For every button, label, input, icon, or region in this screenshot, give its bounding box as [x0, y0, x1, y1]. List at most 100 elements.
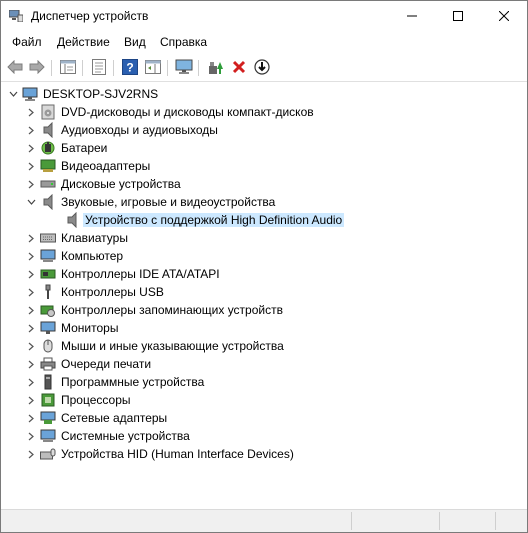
update-driver-button[interactable] — [207, 58, 225, 76]
show-hide-console-tree-button[interactable] — [59, 58, 77, 76]
tree-item-ide-controllers[interactable]: Контроллеры IDE ATA/ATAPI — [25, 265, 222, 283]
tree-item-mice[interactable]: Мыши и иные указывающие устройства — [25, 337, 286, 355]
tree-item-computer[interactable]: Компьютер — [25, 247, 125, 265]
expand-chevron-icon[interactable] — [25, 337, 37, 355]
tree-item-monitors[interactable]: Мониторы — [25, 319, 120, 337]
tree-item-print-queues[interactable]: Очереди печати — [25, 355, 153, 373]
properties-icon — [92, 59, 106, 75]
forward-arrow-icon — [29, 60, 45, 74]
tree-item-disk-drives[interactable]: Дисковые устройства — [25, 175, 183, 193]
status-bar — [1, 509, 527, 532]
tree-item-label: Аудиовходы и аудиовыходы — [61, 123, 218, 137]
computer-name-label: DESKTOP-SJV2RNS — [43, 87, 159, 101]
toolbar-separator — [198, 60, 199, 76]
tree-item-label: Сетевые адаптеры — [61, 411, 168, 425]
back-arrow-icon — [7, 60, 23, 74]
expand-chevron-icon[interactable] — [25, 445, 37, 463]
expand-chevron-icon[interactable] — [25, 409, 37, 427]
menu-file[interactable]: Файл — [12, 35, 42, 49]
tree-item-system-devices[interactable]: Системные устройства — [25, 427, 192, 445]
toolbar-separator — [113, 60, 114, 76]
tree-item-sound-video[interactable]: Звуковые, игровые и видеоустройства — [25, 193, 277, 211]
tree-item-label: Программные устройства — [61, 375, 205, 389]
expand-chevron-icon[interactable] — [25, 373, 37, 391]
monitor-icon — [40, 320, 56, 336]
status-bar-divider — [495, 512, 496, 530]
title-bar[interactable]: Диспетчер устройств — [1, 1, 527, 31]
tree-item-label: Системные устройства — [61, 429, 190, 443]
toolbar: ? — [1, 55, 527, 82]
uninstall-device-button[interactable] — [230, 58, 248, 76]
video-adapter-icon — [40, 158, 56, 174]
tree-item-label: Компьютер — [61, 249, 124, 263]
tree-item-label: Мониторы — [61, 321, 119, 335]
scan-hardware-button[interactable] — [175, 58, 193, 76]
expand-chevron-icon[interactable] — [25, 139, 37, 157]
system-device-icon — [40, 428, 56, 444]
expand-chevron-icon[interactable] — [25, 157, 37, 175]
tree-item-label: Контроллеры IDE ATA/ATAPI — [61, 267, 220, 281]
tree-item-label: Устройства HID (Human Interface Devices) — [61, 447, 294, 461]
help-button[interactable]: ? — [121, 58, 139, 76]
mouse-icon — [40, 338, 56, 354]
maximize-button[interactable] — [435, 1, 481, 31]
tree-item-dvd[interactable]: DVD-дисководы и дисководы компакт-дисков — [25, 103, 316, 121]
enable-device-button[interactable] — [253, 58, 271, 76]
menu-action[interactable]: Действие — [57, 35, 110, 49]
battery-icon — [40, 140, 56, 156]
expand-chevron-icon[interactable] — [25, 391, 37, 409]
minimize-button[interactable] — [389, 1, 435, 31]
tree-item-usb-controllers[interactable]: Контроллеры USB — [25, 283, 166, 301]
tree-item-label: Звуковые, игровые и видеоустройства — [61, 195, 276, 209]
menu-help[interactable]: Справка — [160, 35, 207, 49]
expand-chevron-icon[interactable] — [25, 355, 37, 373]
selected-device-label: Устройство с поддержкой High Definition … — [83, 213, 345, 227]
expand-chevron-icon[interactable] — [25, 427, 37, 445]
expand-chevron-icon[interactable] — [25, 265, 37, 283]
expand-chevron-icon[interactable] — [25, 283, 37, 301]
tree-item-processors[interactable]: Процессоры — [25, 391, 133, 409]
close-button[interactable] — [481, 1, 527, 31]
expand-chevron-icon[interactable] — [25, 319, 37, 337]
tree-item-audio-io[interactable]: Аудиовходы и аудиовыходы — [25, 121, 220, 139]
svg-text:?: ? — [126, 61, 133, 75]
expand-chevron-icon[interactable] — [25, 175, 37, 193]
storage-controller-icon — [40, 302, 56, 318]
tree-item-batteries[interactable]: Батареи — [25, 139, 109, 157]
minimize-icon — [407, 15, 417, 17]
tree-item-keyboards[interactable]: Клавиатуры — [25, 229, 130, 247]
forward-button[interactable] — [28, 58, 46, 76]
collapse-chevron-icon[interactable] — [7, 85, 19, 103]
expand-chevron-icon[interactable] — [25, 121, 37, 139]
tree-item-software-devices[interactable]: Программные устройства — [25, 373, 206, 391]
expand-chevron-icon[interactable] — [25, 301, 37, 319]
device-manager-app-icon — [9, 10, 23, 22]
toolbar-separator — [51, 60, 52, 76]
properties-button[interactable] — [90, 58, 108, 76]
tree-item-video-adapters[interactable]: Видеоадаптеры — [25, 157, 152, 175]
update-driver-icon — [209, 62, 223, 74]
tree-item-hd-audio-device[interactable]: Устройство с поддержкой High Definition … — [45, 211, 345, 229]
tree-item-label: Видеоадаптеры — [61, 159, 151, 173]
status-bar-divider — [351, 512, 352, 530]
expand-chevron-icon[interactable] — [25, 247, 37, 265]
tree-item-storage-controllers[interactable]: Контроллеры запоминающих устройств — [25, 301, 285, 319]
computer-icon — [22, 86, 38, 102]
printer-icon — [40, 356, 56, 372]
tree-item-label: Мыши и иные указывающие устройства — [61, 339, 284, 353]
tree-item-hid[interactable]: Устройства HID (Human Interface Devices) — [25, 445, 296, 463]
download-circle-icon — [254, 59, 270, 75]
back-button[interactable] — [6, 58, 24, 76]
expand-chevron-icon[interactable] — [25, 229, 37, 247]
tree-item-network-adapters[interactable]: Сетевые адаптеры — [25, 409, 169, 427]
ide-controller-icon — [40, 266, 56, 282]
menu-view[interactable]: Вид — [124, 35, 146, 49]
collapse-chevron-icon[interactable] — [25, 193, 37, 211]
console-tree-icon — [60, 60, 76, 74]
hid-icon — [40, 446, 56, 462]
action-pane-button[interactable] — [144, 58, 162, 76]
computer-icon — [40, 248, 56, 264]
expand-chevron-icon[interactable] — [25, 103, 37, 121]
device-tree: DESKTOP-SJV2RNS DVD-дисководы и дисковод… — [1, 83, 527, 508]
tree-root[interactable]: DESKTOP-SJV2RNS — [7, 85, 160, 103]
